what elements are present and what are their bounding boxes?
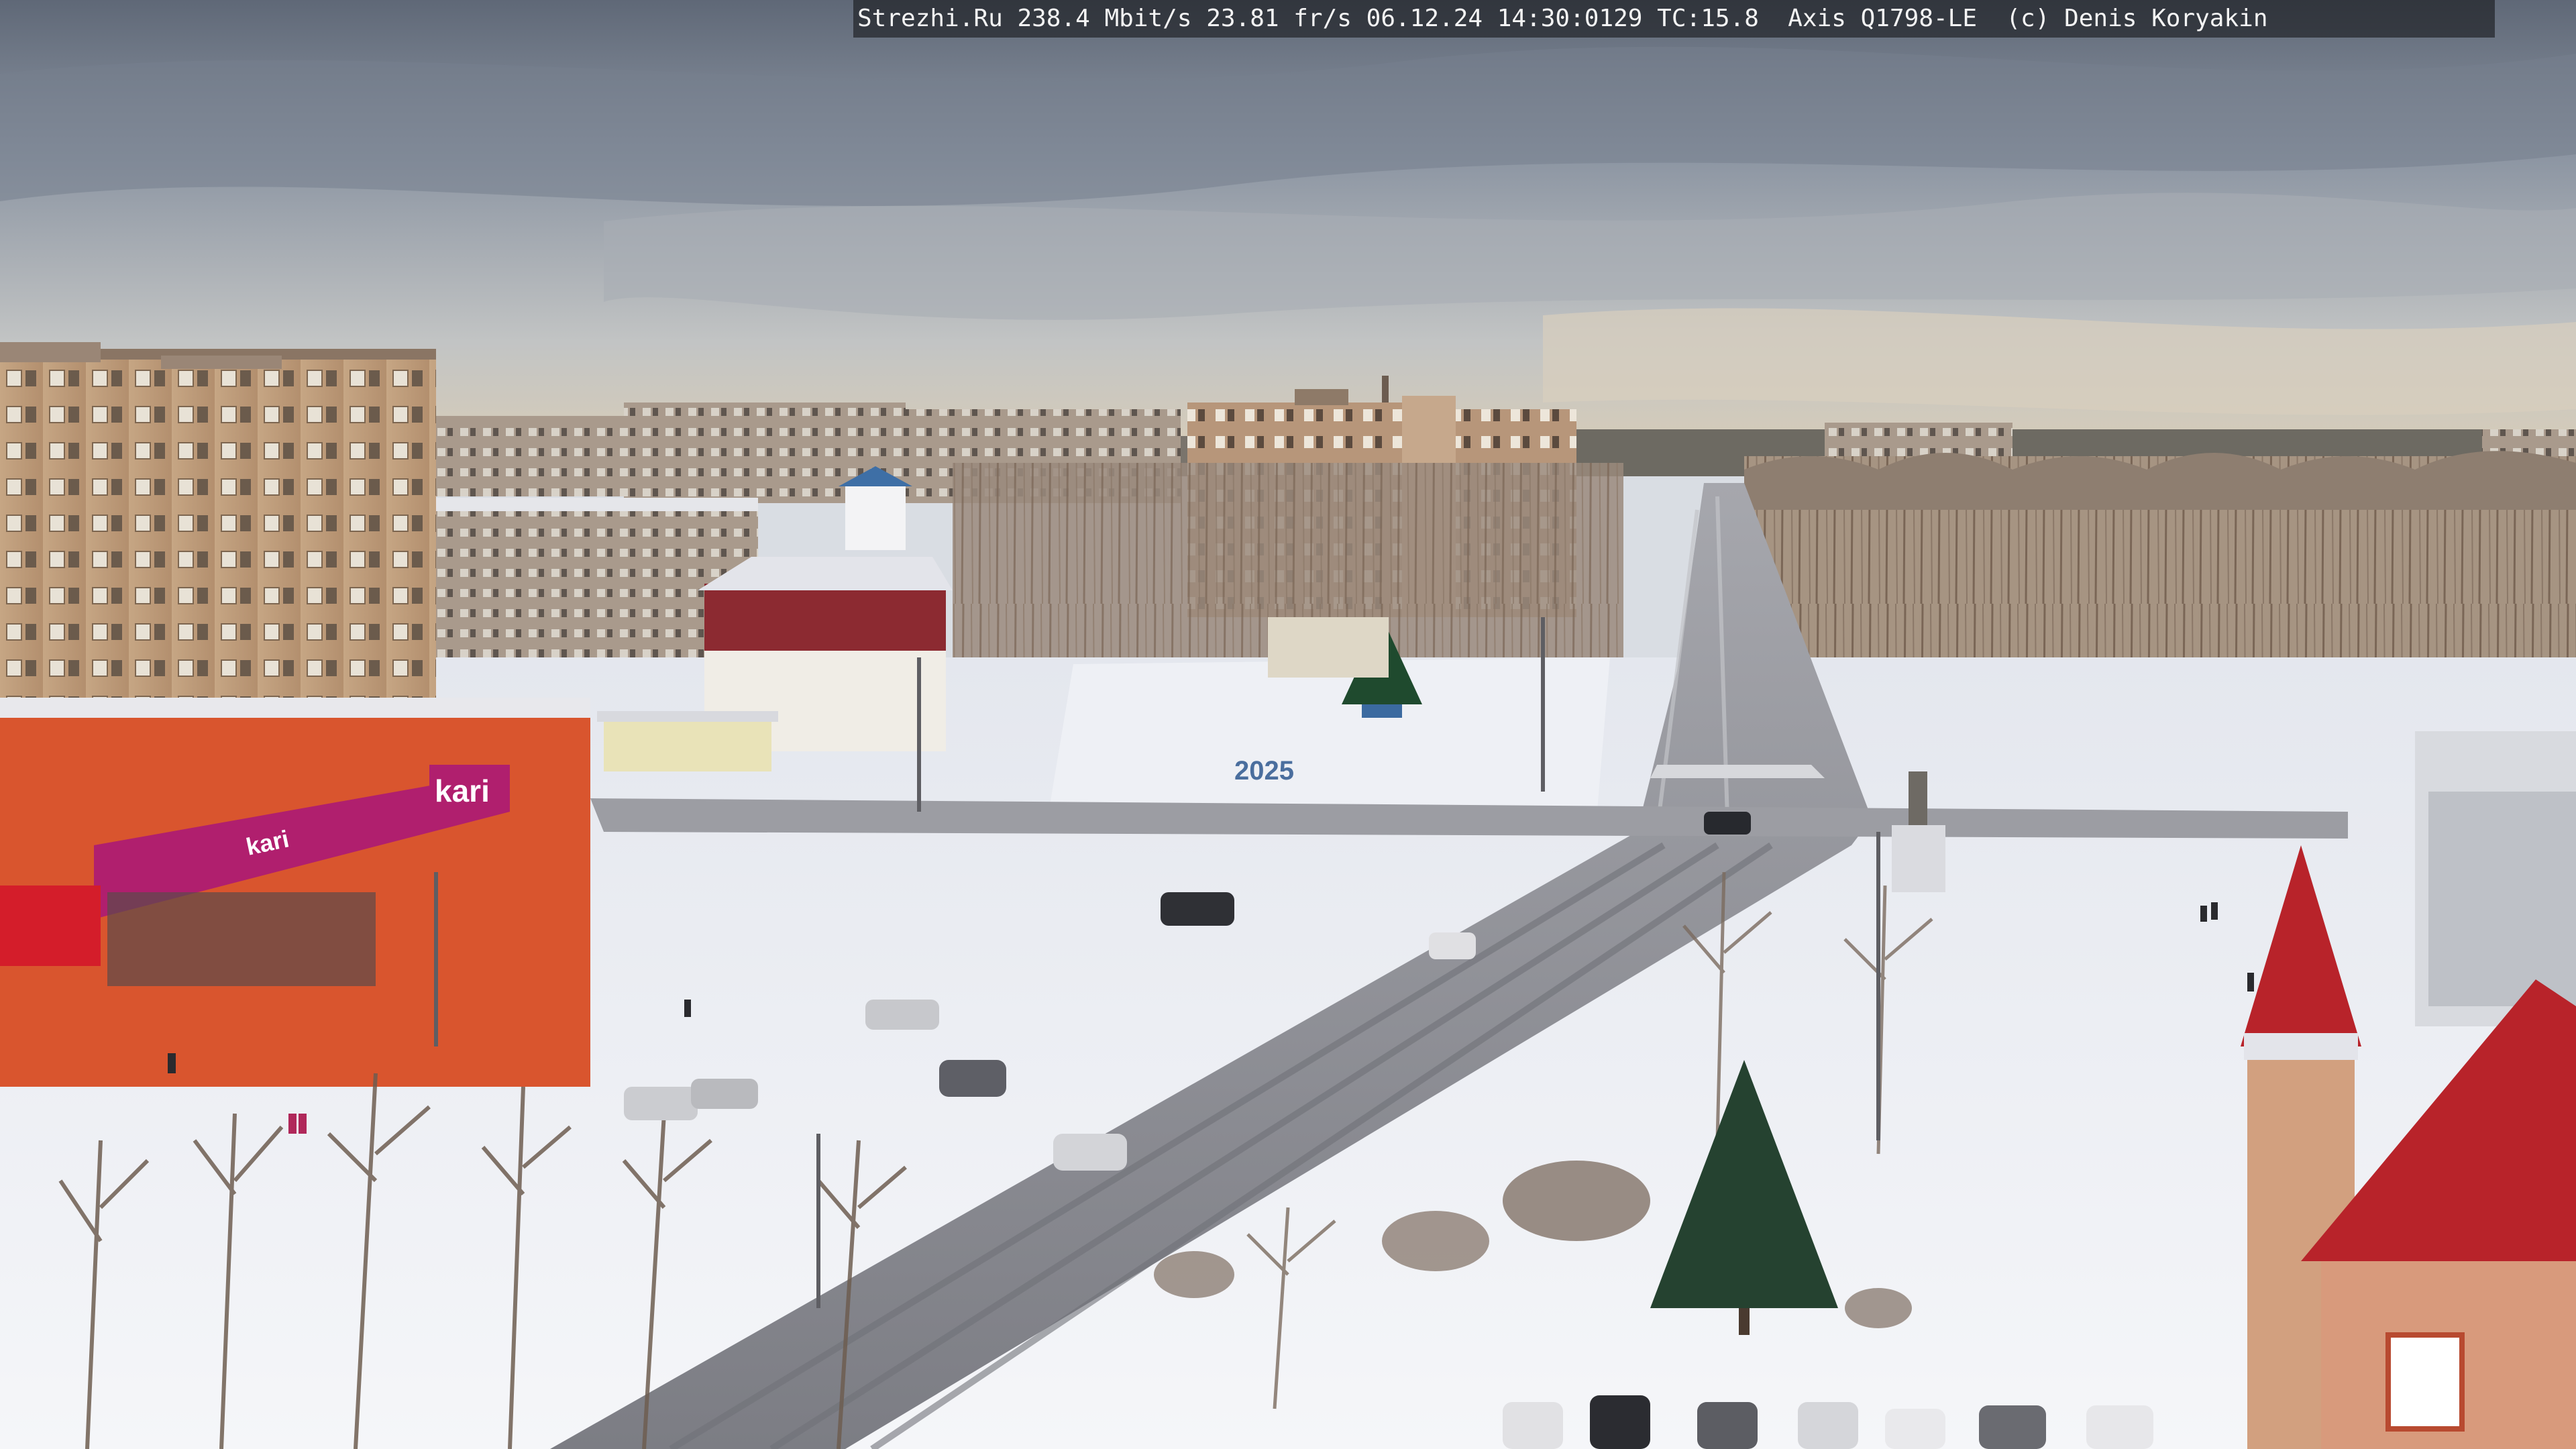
parked-car [1503, 1402, 1563, 1449]
parked-car [1979, 1405, 2046, 1449]
car [1053, 1134, 1127, 1171]
tree-base [1362, 704, 1402, 718]
roof-structure [161, 356, 282, 369]
overlay-copyright: (c) Denis Koryakin [2006, 5, 2268, 32]
car [1704, 812, 1751, 835]
overlay-framerate: 23.81 fr/s [1206, 5, 1352, 32]
shrub [1503, 1161, 1650, 1241]
roof-structure [0, 342, 101, 362]
modern-building-cols [2428, 792, 2576, 1006]
monument-plinth [1892, 825, 1945, 892]
stage-building [1268, 617, 1389, 678]
hotel-upper [704, 584, 946, 651]
overlay-site: Strezhi.Ru [857, 5, 1003, 32]
car [624, 1087, 698, 1120]
pine-trunk [1739, 1308, 1750, 1335]
shopping-center-roof [0, 698, 590, 718]
roof-structure [1382, 376, 1389, 402]
shrub [1154, 1251, 1234, 1298]
red-tower-window [2385, 1332, 2465, 1432]
car [691, 1079, 758, 1109]
car [1429, 932, 1476, 959]
street-scene: kari kari 2025 [0, 0, 2576, 1449]
distant-building [429, 416, 631, 496]
storefront-windows [107, 892, 376, 986]
parked-car [1590, 1395, 1650, 1449]
pavilion [604, 718, 771, 771]
red-tower-band [2244, 1033, 2358, 1060]
overlay-tc: TC:15.8 [1657, 5, 1759, 32]
roof [436, 498, 758, 511]
parked-car [2086, 1405, 2153, 1449]
monument-statue [1909, 771, 1927, 825]
parked-car [1697, 1402, 1758, 1449]
kari-logo-large: kari [435, 773, 490, 808]
parked-car [1885, 1409, 1945, 1449]
camera-overlay: Strezhi.Ru 238.4 Mbit/s 23.81 fr/s 06.12… [853, 0, 2495, 38]
dome-tower [845, 483, 906, 550]
snow-square [1046, 657, 1610, 825]
overlay-time: 14:30:0129 [1497, 5, 1643, 32]
car [865, 1000, 939, 1030]
car [1161, 892, 1234, 926]
overlay-camera-model: Axis Q1798-LE [1788, 5, 1978, 32]
overlay-date: 06.12.24 [1366, 5, 1483, 32]
pavilion-roof [597, 711, 778, 722]
roof-structure [1295, 389, 1348, 405]
webcam-frame: kari kari 2025 Strezhi.Ru 238.4 Mbit/s 2… [0, 0, 2576, 1449]
crosswalk [1650, 765, 1825, 778]
storefront-red-band [0, 885, 101, 966]
shrub [1382, 1211, 1489, 1271]
year-sign: 2025 [1234, 756, 1294, 786]
shrub [1845, 1288, 1912, 1328]
car [939, 1060, 1006, 1097]
overlay-bitrate: 238.4 Mbit/s [1017, 5, 1192, 32]
parked-car [1798, 1402, 1858, 1449]
